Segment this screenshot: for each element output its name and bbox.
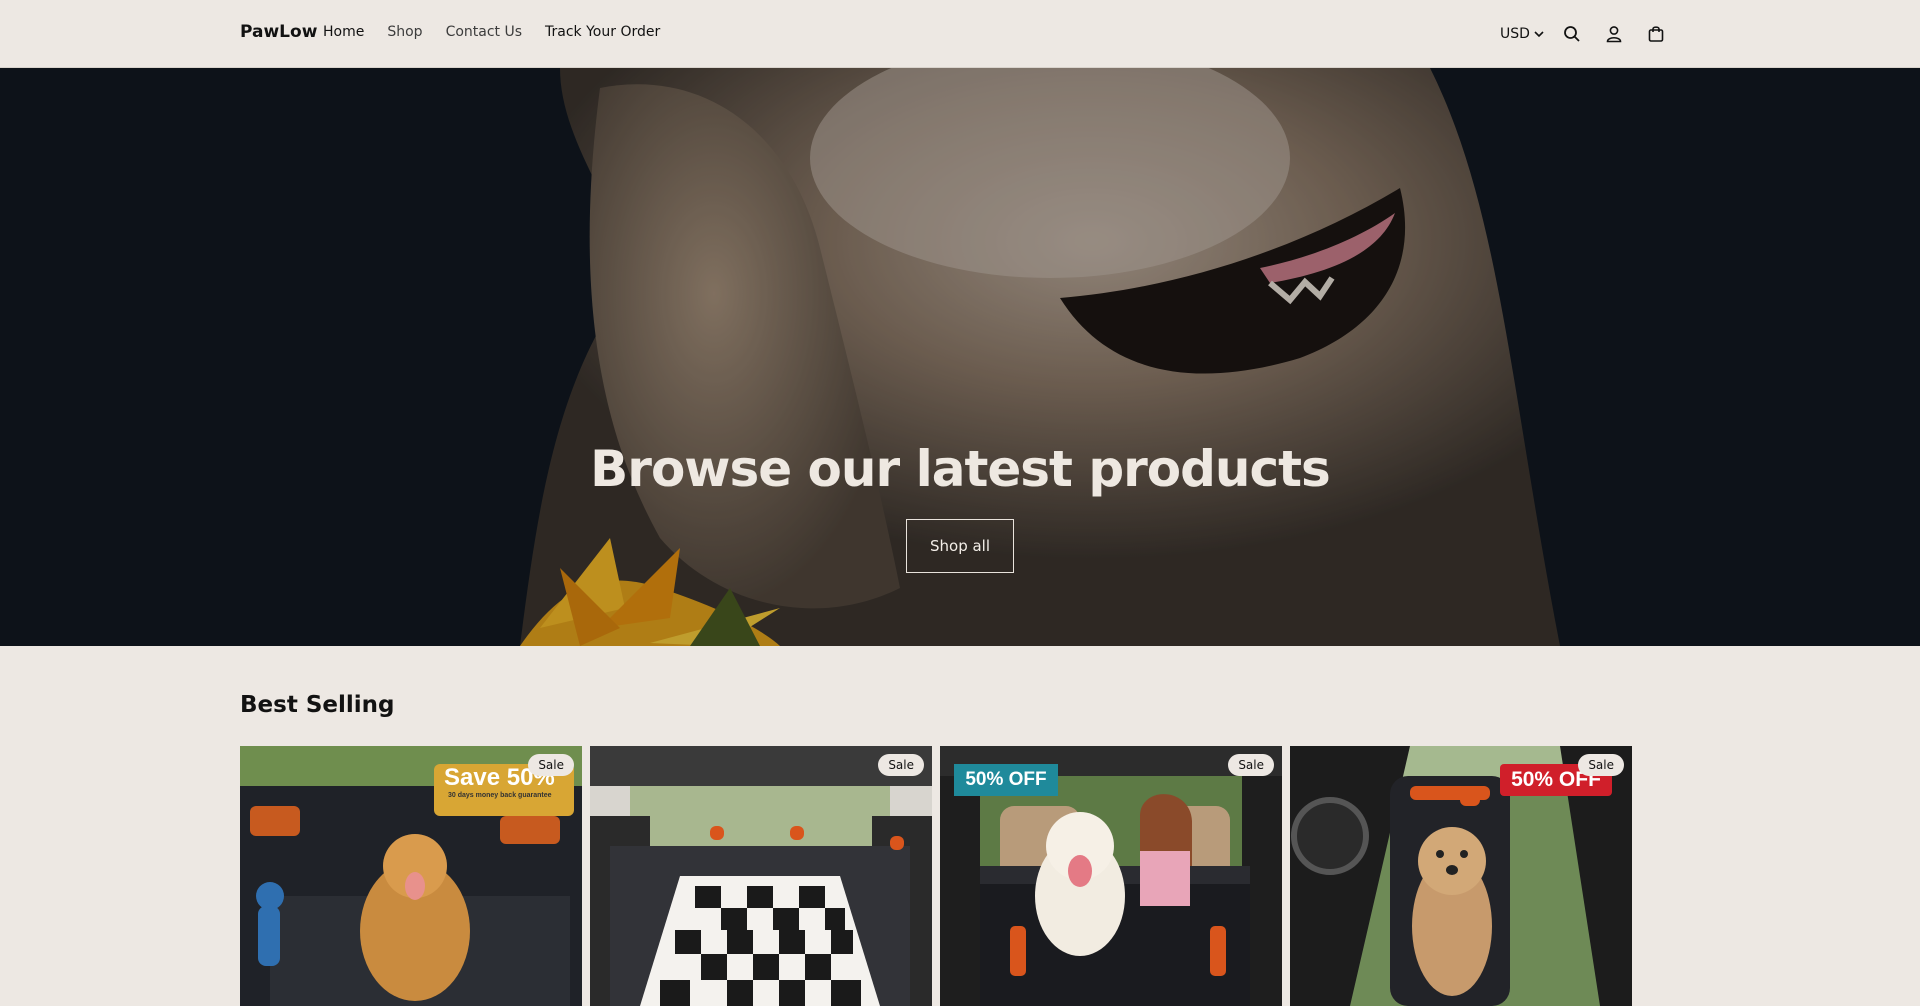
shop-all-button[interactable]: Shop all [906, 519, 1014, 573]
nav-contact-us[interactable]: Contact Us [446, 24, 522, 40]
best-selling-title: Best Selling [240, 692, 395, 718]
main-nav: Home Shop Contact Us Track Your Order [323, 24, 660, 40]
nav-shop[interactable]: Shop [387, 24, 422, 40]
promo-subtext: 30 days money back guarantee [448, 792, 552, 799]
user-icon [1606, 26, 1622, 43]
sale-badge: Sale [528, 754, 574, 776]
product-card[interactable]: Save 50% 30 days money back guarantee Sa… [240, 746, 582, 1006]
product-image [590, 746, 932, 1006]
nav-track-order[interactable]: Track Your Order [545, 24, 660, 40]
shopping-bag-icon [1648, 26, 1664, 42]
site-logo[interactable]: PawLow [240, 22, 317, 42]
account-button[interactable] [1600, 20, 1628, 48]
header-actions: USD [1500, 20, 1670, 48]
hero-title: Browse our latest products [590, 440, 1331, 498]
cart-button[interactable] [1642, 20, 1670, 48]
promo-banner: 50% OFF [954, 764, 1058, 796]
sale-badge: Sale [878, 754, 924, 776]
nav-home[interactable]: Home [323, 24, 364, 40]
sale-badge: Sale [1228, 754, 1274, 776]
sale-badge: Sale [1578, 754, 1624, 776]
product-card[interactable]: 50% OFF Sale [940, 746, 1282, 1006]
product-card[interactable]: 50% OFF Sale [1290, 746, 1632, 1006]
site-header: PawLow Home Shop Contact Us Track Your O… [0, 0, 1920, 68]
product-card[interactable]: Sale [590, 746, 932, 1006]
hero-banner: Browse our latest products Shop all [0, 68, 1920, 646]
chevron-down-icon [1534, 31, 1544, 38]
currency-label: USD [1500, 26, 1530, 42]
search-icon [1564, 26, 1580, 42]
product-grid: Save 50% 30 days money back guarantee Sa… [240, 746, 1632, 1006]
search-button[interactable] [1558, 20, 1586, 48]
currency-selector[interactable]: USD [1500, 26, 1544, 42]
